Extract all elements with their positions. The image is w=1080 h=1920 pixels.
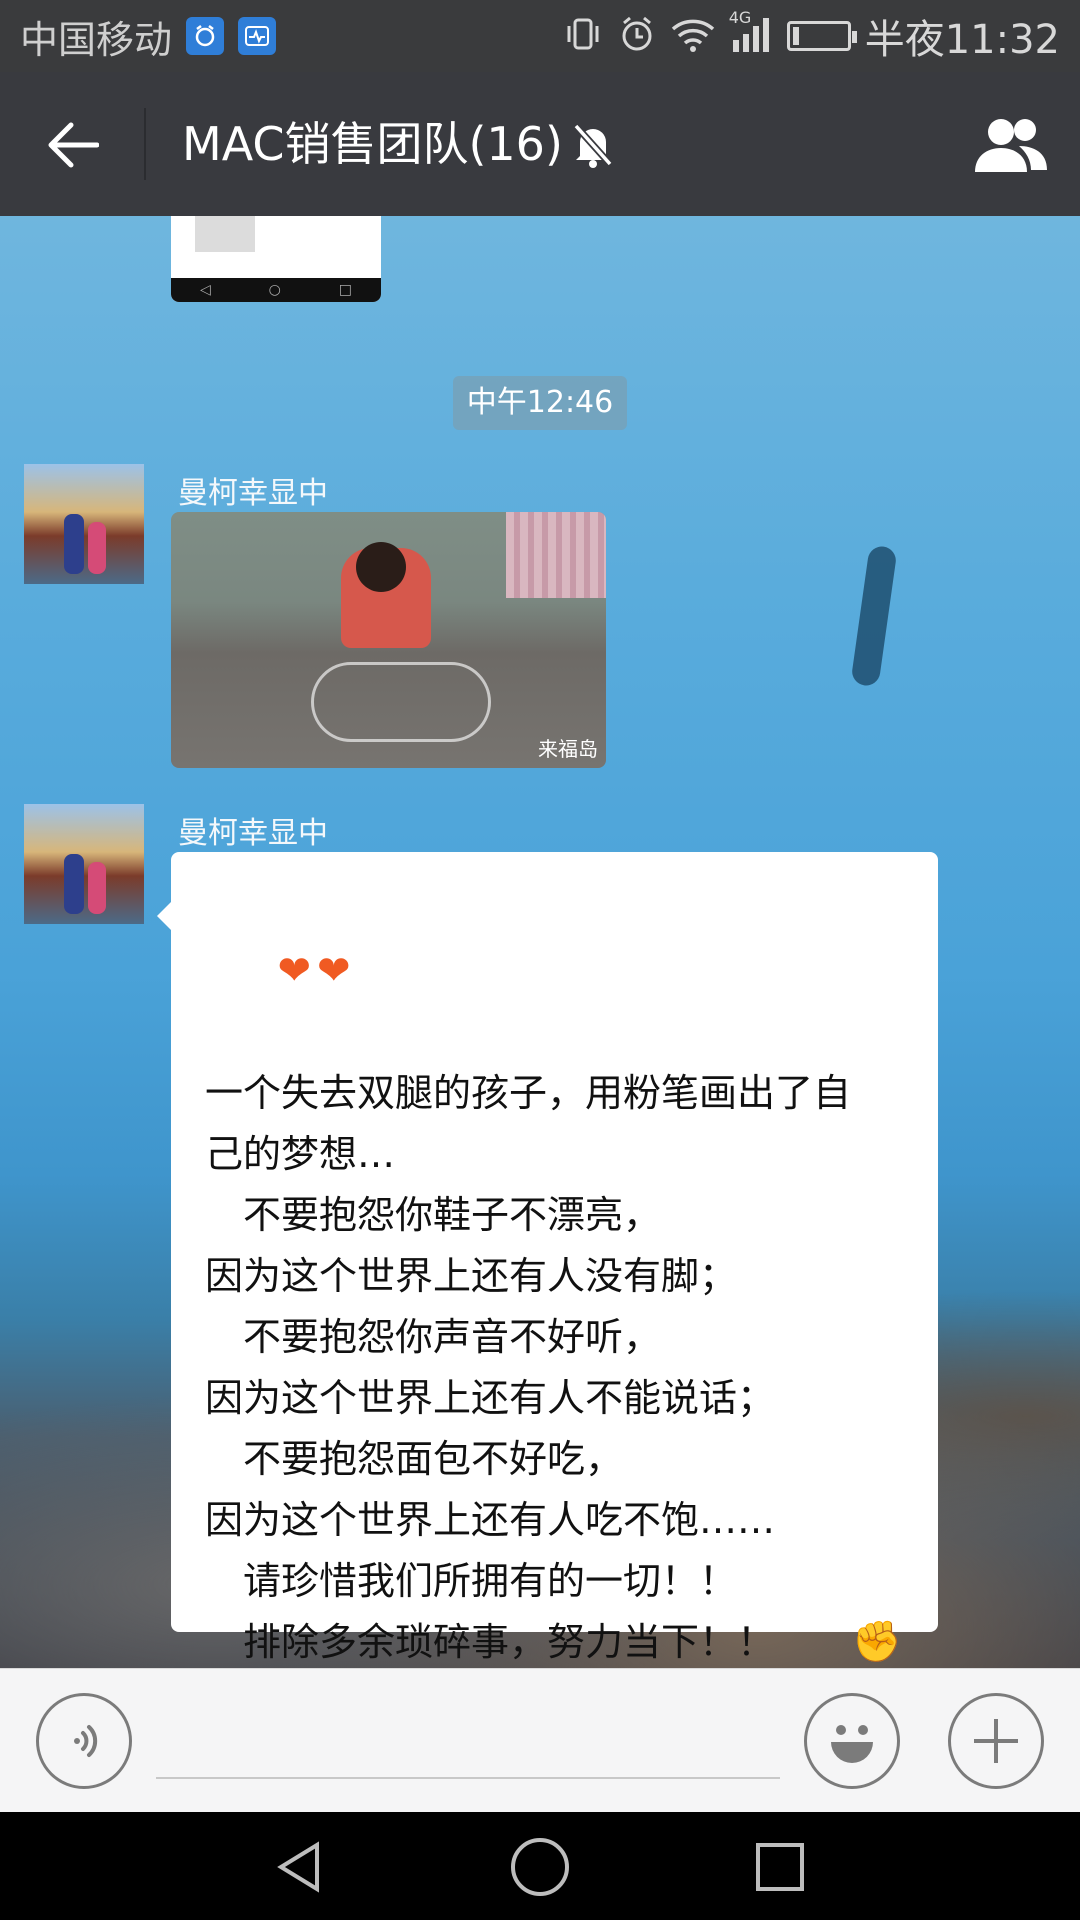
image-message[interactable]: 来福岛	[171, 512, 606, 768]
more-options-button[interactable]	[948, 1693, 1044, 1789]
chat-area[interactable]: ◁ ○ □ 中午12:46 曼柯幸显中 来福岛 曼柯幸显中 ❤ ❤ 一个失去双腿的孩子…	[0, 216, 1080, 1668]
message-line: 己的梦想…	[205, 1132, 396, 1176]
voice-icon	[74, 1725, 98, 1757]
screenshot-nav-strip: ◁ ○ □	[171, 278, 381, 302]
status-left: 中国移动	[20, 0, 277, 72]
emoji-row-top: ❤ ❤	[205, 880, 908, 1063]
signal-icon: 4G	[729, 8, 773, 58]
image-watermark: 来福岛	[538, 737, 598, 761]
message-line: 排除多余琐碎事，努力当下！！	[205, 1620, 776, 1664]
health-app-icon	[238, 17, 277, 55]
chat-title: MAC销售团队(16)	[182, 117, 563, 171]
mute-bell-icon	[568, 120, 618, 170]
vibrate-icon	[563, 14, 603, 58]
circle-home-icon	[511, 1838, 569, 1896]
plus-icon	[974, 1719, 1018, 1763]
wifi-icon	[671, 15, 715, 57]
status-right: 4G 半夜11:32	[563, 0, 1060, 72]
sender-name: 曼柯幸显中	[178, 476, 328, 511]
message-line: 不要抱怨你鞋子不漂亮，	[205, 1193, 662, 1237]
back-button[interactable]	[30, 102, 116, 188]
group-members-button[interactable]	[966, 108, 1056, 180]
alarm-app-icon	[186, 17, 225, 55]
nav-home-button[interactable]	[505, 1832, 575, 1902]
message-line: 因为这个世界上还有人吃不饱……	[205, 1498, 776, 1542]
fist-icon: ✊	[852, 1619, 902, 1665]
nav-recents-button[interactable]	[745, 1832, 815, 1902]
battery-icon	[786, 21, 857, 51]
status-bar: 中国移动 4G 半夜11:32	[0, 0, 1080, 72]
message-input[interactable]	[156, 1707, 780, 1779]
heart-icon: ❤	[277, 948, 311, 994]
image-thumbnail	[195, 216, 255, 252]
emoji-button[interactable]	[804, 1693, 900, 1789]
text-message-bubble[interactable]: ❤ ❤ 一个失去双腿的孩子，用粉笔画出了自 己的梦想… 不要抱怨你鞋子不漂亮， 因…	[157, 852, 938, 1665]
message-line: 因为这个世界上还有人不能说话；	[205, 1376, 776, 1420]
status-time: 半夜11:32	[864, 17, 1060, 63]
message-input-bar	[0, 1668, 1080, 1812]
message-line: 一个失去双腿的孩子，用粉笔画出了自	[205, 1071, 852, 1115]
arrow-left-icon	[48, 122, 99, 168]
message-line: 因为这个世界上还有人没有脚；	[205, 1254, 738, 1298]
heart-icon: ❤	[317, 948, 351, 994]
message-line: 请珍惜我们所拥有的一切！！	[205, 1559, 738, 1603]
title-divider	[144, 108, 146, 180]
avatar[interactable]	[24, 804, 144, 924]
chat-title-bar: MAC销售团队(16)	[0, 72, 1080, 216]
group-icon	[975, 119, 1047, 172]
network-type: 4G	[728, 8, 752, 27]
message-line: 不要抱怨你声音不好听，	[205, 1315, 662, 1359]
avatar[interactable]	[24, 464, 144, 584]
voice-input-button[interactable]	[36, 1693, 132, 1789]
previous-image-message[interactable]: ◁ ○ □	[171, 216, 381, 302]
smiley-icon	[831, 1725, 873, 1763]
carrier-name: 中国移动	[20, 17, 173, 62]
message-line: 不要抱怨面包不好吃，	[205, 1437, 624, 1481]
system-nav-bar	[0, 1812, 1080, 1920]
time-divider: 中午12:46	[453, 376, 627, 430]
triangle-back-icon	[277, 1841, 319, 1893]
alarm-clock-icon	[617, 14, 657, 58]
square-recents-icon	[756, 1843, 804, 1891]
nav-back-button[interactable]	[266, 1832, 336, 1902]
sender-name: 曼柯幸显中	[178, 816, 328, 851]
